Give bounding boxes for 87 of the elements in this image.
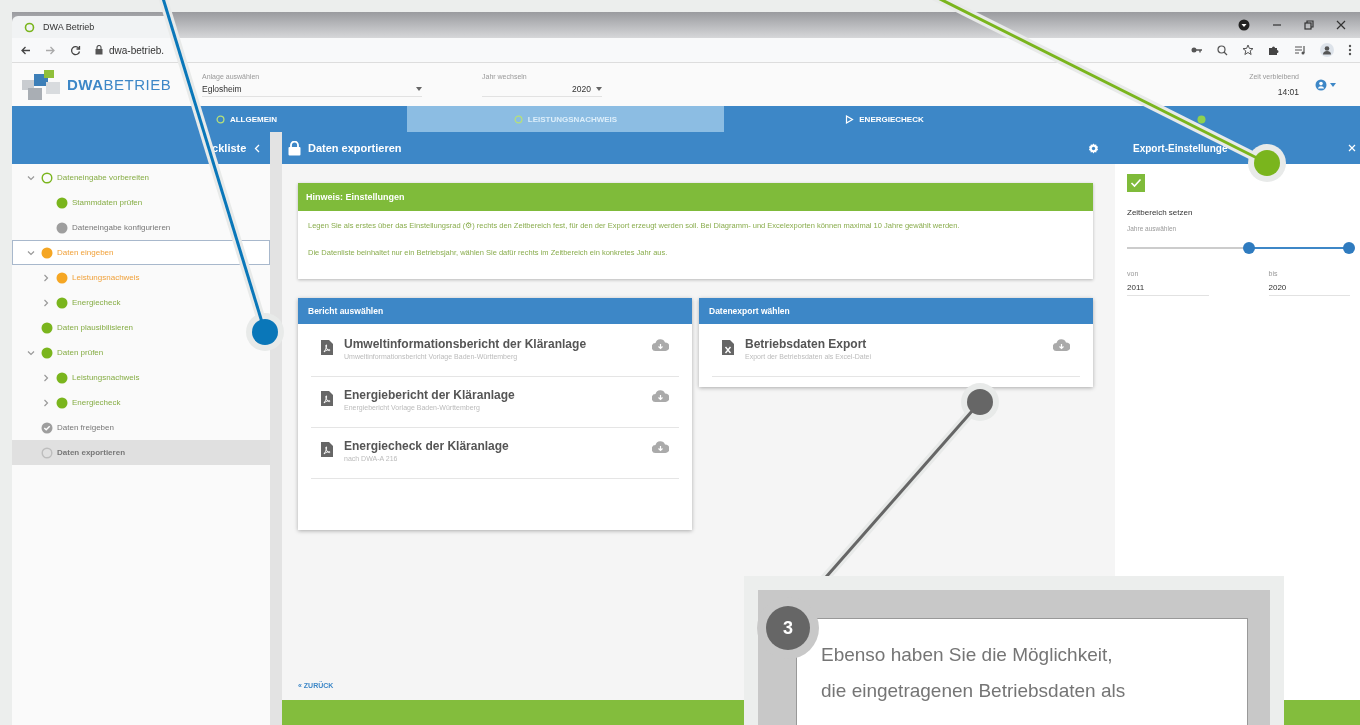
checklist-label: Leistungsnachweis	[72, 273, 140, 282]
more-icon[interactable]	[1348, 44, 1352, 56]
year-select[interactable]: 2020	[482, 83, 602, 97]
cloud-download-icon[interactable]	[1053, 339, 1070, 351]
reload-icon[interactable]	[70, 44, 81, 56]
plant-select[interactable]: Eglosheim	[202, 83, 422, 97]
collapse-chevron-icon[interactable]	[254, 143, 261, 153]
settings-icon[interactable]	[1088, 142, 1099, 154]
checklist-item[interactable]: Leistungsnachweis	[12, 265, 271, 290]
chevron-right-icon[interactable]	[42, 273, 50, 282]
section-title: Zeitbereich setzen	[1127, 208, 1194, 217]
checklist-label: Energiecheck	[72, 298, 121, 307]
checklist-item[interactable]: Stammdaten prüfen	[12, 190, 271, 215]
address-field[interactable]: dwa-betrieb.	[109, 44, 165, 56]
checkbox[interactable]	[1127, 174, 1145, 192]
playlist-icon[interactable]	[1294, 45, 1306, 55]
chevron-down-icon[interactable]	[27, 248, 35, 257]
chevron-down-icon[interactable]	[27, 173, 35, 182]
slider-thumb[interactable]	[1343, 242, 1355, 254]
nav-tab[interactable]: ALLGEMEIN	[88, 106, 405, 132]
checkmark-icon	[1130, 178, 1142, 188]
tab-status-icon	[1197, 114, 1206, 124]
star-icon[interactable]	[1242, 44, 1254, 56]
nav-tab[interactable]: ENERGIECHECK	[726, 106, 1043, 132]
caret-icon	[1330, 82, 1336, 87]
checklist-item[interactable]: Energiecheck	[12, 290, 271, 315]
page-title: Daten exportieren	[308, 142, 402, 154]
report-title[interactable]: Energiebericht der Kläranlage	[344, 388, 641, 402]
checklist-item[interactable]: Daten eingeben	[12, 240, 271, 265]
from-year-field[interactable]: 2011	[1127, 283, 1209, 296]
puzzle-icon[interactable]	[1268, 44, 1280, 56]
caret-icon	[596, 86, 602, 91]
close-icon[interactable]	[1336, 20, 1346, 30]
checklist-label: Dateneingabe konfigurieren	[72, 223, 171, 232]
slider-thumb[interactable]	[1243, 242, 1256, 254]
restore-icon[interactable]	[1304, 20, 1314, 30]
checklist-item[interactable]: Dateneingabe konfigurieren	[12, 215, 271, 240]
lock-icon	[288, 140, 301, 156]
chevron-right-icon[interactable]	[42, 373, 50, 382]
caret-icon	[416, 86, 422, 91]
checklist-label: Energiecheck	[72, 398, 121, 407]
tab-status-icon	[215, 114, 225, 124]
checklist-item[interactable]: Energiecheck	[12, 390, 271, 415]
panel-title: Export-Einstellunge	[1133, 142, 1228, 154]
notice-header: Hinweis: Einstellungen	[298, 183, 1093, 211]
chevron-right-icon[interactable]	[42, 298, 50, 307]
to-year-field[interactable]: 2020	[1268, 283, 1350, 296]
cloud-download-icon[interactable]	[652, 339, 669, 351]
forward-arrow-icon[interactable]	[45, 44, 56, 56]
report-title[interactable]: Umweltinformationsbericht der Kläranlage	[344, 337, 641, 351]
cloud-download-icon[interactable]	[652, 390, 669, 402]
checklist-item[interactable]: Dateneingabe vorbereiten	[12, 165, 271, 190]
card-header: Bericht auswählen	[298, 298, 692, 324]
chevron-right-icon[interactable]	[42, 398, 50, 407]
logo-text: DWABETRIEB	[67, 76, 172, 93]
report-title[interactable]: Energiecheck der Kläranlage	[344, 439, 641, 453]
key-icon[interactable]	[1191, 46, 1203, 54]
tab-status-icon	[845, 114, 855, 124]
zoom-icon[interactable]	[1217, 44, 1228, 56]
chevron-down-icon[interactable]	[27, 348, 35, 357]
checklist-label: Daten freigeben	[57, 423, 114, 432]
checklist-item[interactable]: Daten freigeben	[12, 415, 271, 440]
cloud-download-icon[interactable]	[652, 441, 669, 453]
lock-icon	[95, 45, 103, 55]
checklist-label: Leistungsnachweis	[72, 373, 140, 382]
checklist-label: Daten exportieren	[57, 448, 126, 457]
checklist-label: Stammdaten prüfen	[72, 198, 143, 207]
callout-text: Ebenso haben Sie die Möglichkeit, die eingetragenen Betriebsdaten als	[796, 618, 1248, 725]
checklist-label: Dateneingabe vorbereiten	[57, 173, 150, 182]
tab-title: DWA Betrieb	[43, 22, 95, 32]
tab-status-icon	[513, 114, 523, 124]
sidebar-title: ckliste	[212, 142, 247, 154]
checklist-label: Daten eingeben	[57, 248, 114, 257]
timer-value: 14:01	[1277, 86, 1299, 97]
media-icon[interactable]	[1238, 19, 1250, 31]
back-arrow-icon[interactable]	[20, 44, 31, 56]
card-header: Datenexport wählen	[699, 298, 1093, 324]
user-menu[interactable]	[1315, 78, 1336, 91]
checklist-item[interactable]: Daten prüfen	[12, 340, 271, 365]
report-title[interactable]: Betriebsdaten Export	[745, 337, 1042, 351]
profile-icon[interactable]	[1320, 43, 1334, 57]
ring-icon	[24, 21, 35, 33]
checklist-item[interactable]: Daten exportieren	[12, 440, 271, 465]
checklist-label: Daten prüfen	[57, 348, 104, 357]
user-icon	[1315, 78, 1327, 91]
checklist-item[interactable]: Leistungsnachweis	[12, 365, 271, 390]
checklist-label: Daten plausibilisieren	[57, 323, 134, 332]
